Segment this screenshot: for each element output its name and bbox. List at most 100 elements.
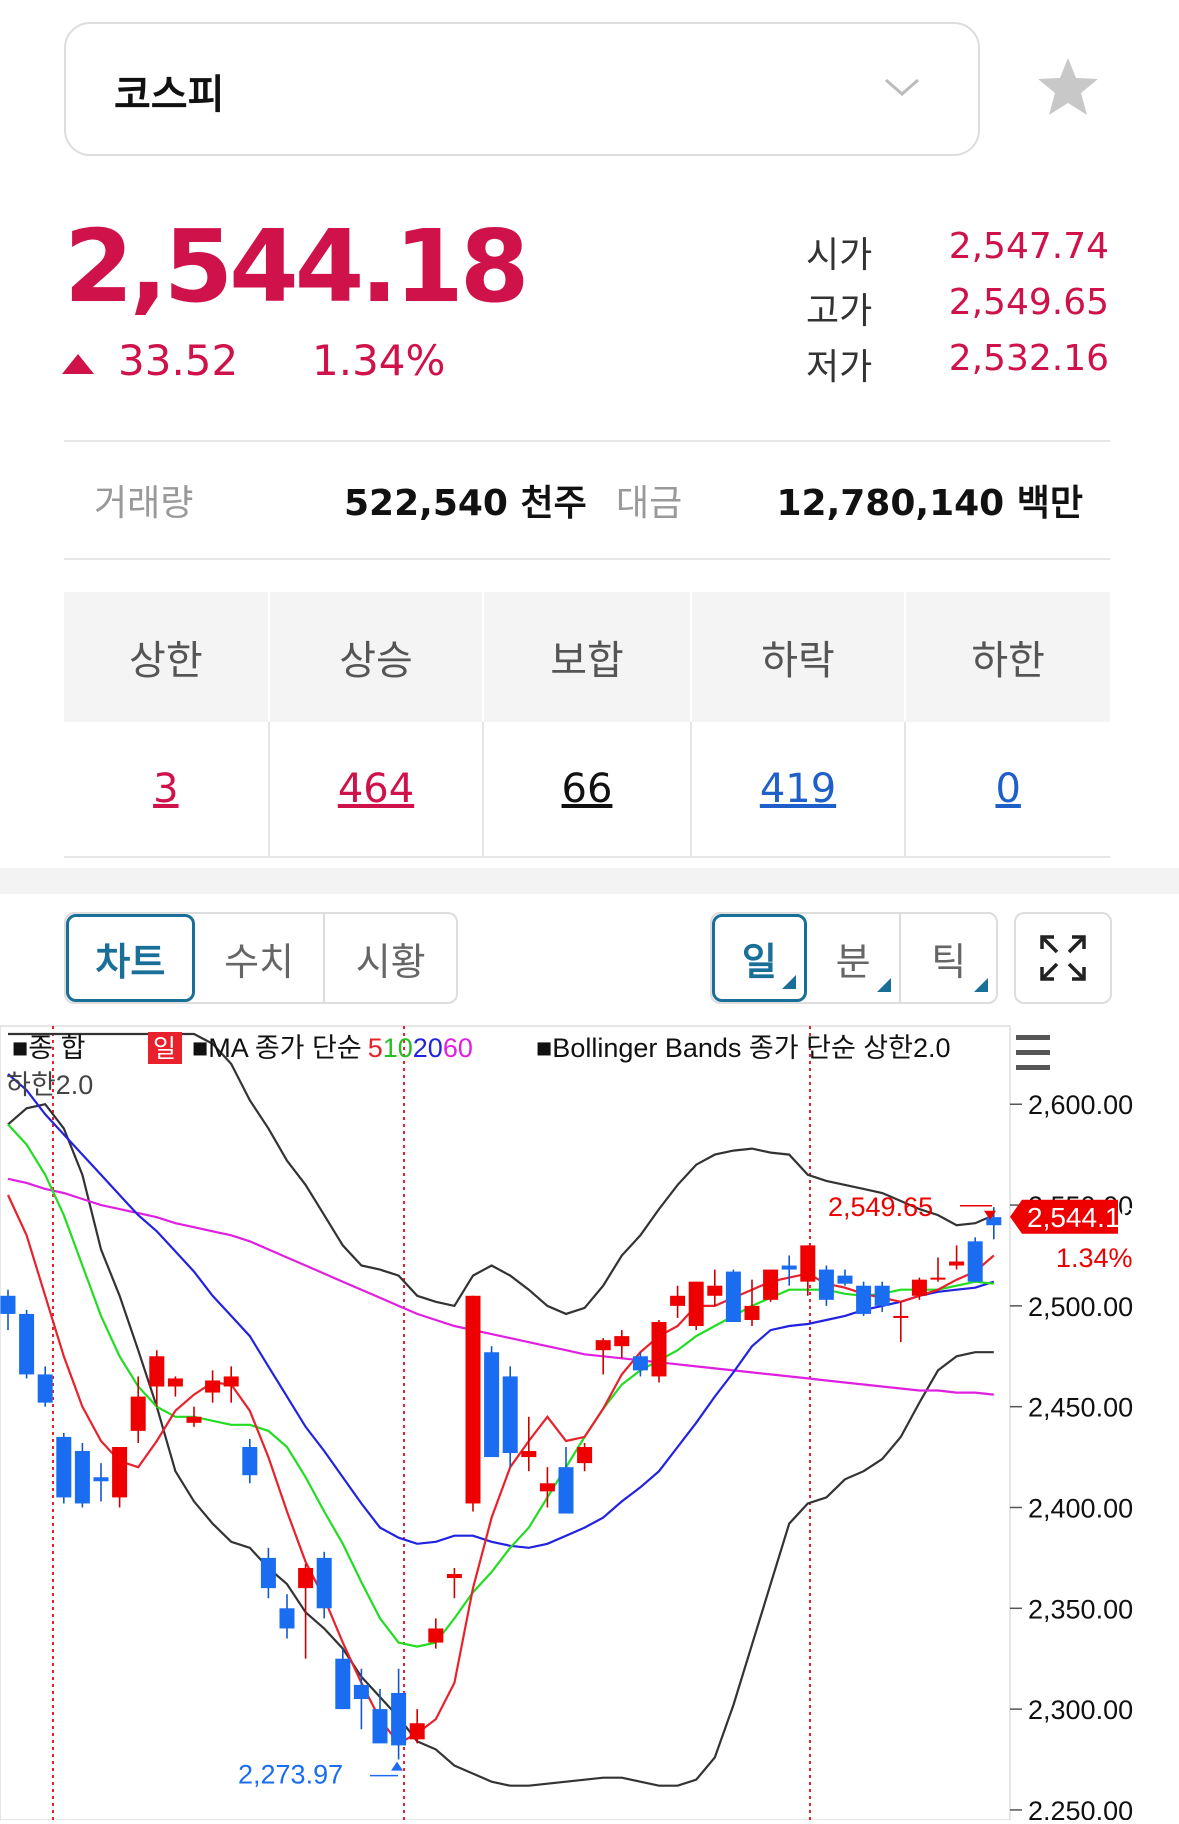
candle-body xyxy=(502,1376,518,1454)
legend-bollinger-label: ■Bollinger Bands 종가 단순 상한2.0 xyxy=(536,1033,951,1063)
candle-body xyxy=(223,1376,239,1387)
candle-body xyxy=(19,1313,35,1375)
chart-view-tabs: 차트 수치 시황 xyxy=(64,912,458,1004)
high-label: 고가 xyxy=(806,291,873,332)
divider xyxy=(64,440,1110,442)
candle-body xyxy=(632,1356,648,1371)
candle-body xyxy=(688,1281,704,1327)
open-value: 2,547.74 xyxy=(948,226,1109,267)
candle-body xyxy=(353,1684,369,1700)
breadth-cell-fall: 419 xyxy=(690,722,907,858)
index-name: 코스피 xyxy=(114,72,225,118)
period-tab-day-label: 일 xyxy=(741,939,777,984)
favorite-star-icon[interactable] xyxy=(1036,56,1100,122)
candle-body xyxy=(577,1447,593,1464)
candle-body xyxy=(93,1477,109,1482)
candle-body xyxy=(800,1245,816,1282)
tab-chart[interactable]: 차트 xyxy=(66,914,195,1002)
chevron-down-icon xyxy=(882,76,922,104)
breadth-link-fall[interactable]: 419 xyxy=(760,766,836,812)
candle-body xyxy=(856,1285,872,1314)
tab-figures[interactable]: 수치 xyxy=(195,914,326,1002)
candle-body xyxy=(670,1295,686,1306)
candle-body xyxy=(372,1709,388,1744)
legend-ma20: 20 xyxy=(413,1033,443,1063)
candle-body xyxy=(260,1557,276,1589)
expand-button[interactable] xyxy=(1014,912,1112,1004)
candle-body xyxy=(781,1265,797,1270)
low-value: 2,532.16 xyxy=(948,338,1109,379)
candle-body xyxy=(744,1305,760,1320)
y-axis-tick-label: 2,600.00 xyxy=(1028,1090,1133,1120)
y-axis-tick-label: 2,300.00 xyxy=(1028,1695,1133,1725)
candle-body xyxy=(0,1295,16,1314)
candle-body xyxy=(818,1269,834,1300)
candle-body xyxy=(465,1295,481,1504)
candle-body xyxy=(446,1574,462,1579)
y-axis-tick-label: 2,350.00 xyxy=(1028,1594,1133,1624)
candle-body xyxy=(986,1217,1002,1226)
candle-body xyxy=(316,1557,332,1609)
divider xyxy=(64,558,1110,560)
candle-body xyxy=(37,1374,53,1403)
candle-body xyxy=(893,1315,909,1318)
breadth-link-rise[interactable]: 464 xyxy=(338,766,414,812)
candle-body xyxy=(74,1451,90,1504)
volume-value: 522,540 천주 xyxy=(344,483,587,524)
volume-label: 거래량 xyxy=(94,483,194,524)
high-value: 2,549.65 xyxy=(948,282,1109,323)
breadth-link-lower-limit[interactable]: 0 xyxy=(995,766,1020,812)
candle-body xyxy=(707,1285,723,1296)
chart-canvas[interactable]: 2,600.002,550.002,500.002,450.002,400.00… xyxy=(0,1024,1179,1824)
breadth-cell-rise: 464 xyxy=(268,722,485,858)
high-price-label: 2,549.65 xyxy=(828,1192,933,1222)
last-pct-label: 1.34% xyxy=(1056,1243,1133,1273)
legend-period-label: 일 xyxy=(153,1035,176,1063)
y-axis-tick-label: 2,500.00 xyxy=(1028,1292,1133,1322)
y-axis-tick-label: 2,400.00 xyxy=(1028,1493,1133,1523)
price-change-pct: 1.34% xyxy=(312,336,446,385)
y-axis-tick-label: 2,250.00 xyxy=(1028,1796,1133,1820)
low-price-label: 2,273.97 xyxy=(238,1760,343,1790)
candle-body xyxy=(186,1416,202,1423)
last-price-label: 2,544.18 xyxy=(1027,1202,1136,1233)
candle-body xyxy=(279,1608,295,1629)
period-tab-day[interactable]: 일 xyxy=(712,914,807,1002)
candle-body xyxy=(930,1277,946,1280)
legend-ma-label: ■MA 종가 단순 5102060 xyxy=(192,1033,473,1063)
legend-ma5: 5 xyxy=(368,1033,383,1063)
legend-ma-text: ■MA 종가 단순 xyxy=(192,1033,362,1063)
breadth-cell-flat: 66 xyxy=(483,722,692,858)
low-label: 저가 xyxy=(806,347,873,388)
candle-body xyxy=(56,1436,72,1498)
breadth-cell-upper-limit: 3 xyxy=(64,722,270,858)
period-tab-tick-label: 틱 xyxy=(931,939,967,984)
candle-body xyxy=(428,1628,444,1643)
price-change: 33.52 xyxy=(118,336,239,385)
breadth-header-rise: 상승 xyxy=(268,592,485,722)
breadth-header-lower-limit: 하한 xyxy=(905,592,1110,722)
candle-body xyxy=(298,1567,314,1589)
period-tab-minute[interactable]: 분 xyxy=(807,914,902,1002)
candle-body xyxy=(112,1447,128,1498)
y-axis-tick-label: 2,450.00 xyxy=(1028,1393,1133,1423)
period-tab-tick[interactable]: 틱 xyxy=(901,914,996,1002)
candle-body xyxy=(763,1269,779,1300)
price-chart[interactable]: 2,600.002,550.002,500.002,450.002,400.00… xyxy=(0,1024,1179,1824)
index-selector[interactable]: 코스피 xyxy=(64,22,980,156)
candle-body xyxy=(595,1340,611,1351)
candle-body xyxy=(539,1483,555,1492)
tab-market-report[interactable]: 시황 xyxy=(325,914,456,1002)
breadth-header-upper-limit: 상한 xyxy=(64,592,270,722)
legend-bollinger-lower: 하한2.0 xyxy=(6,1070,93,1100)
breadth-link-upper-limit[interactable]: 3 xyxy=(153,766,178,812)
candle-body xyxy=(725,1271,741,1322)
open-label: 시가 xyxy=(806,235,873,276)
breadth-link-flat[interactable]: 66 xyxy=(562,766,613,812)
breadth-cell-lower-limit: 0 xyxy=(905,722,1110,858)
chart-menu-icon[interactable] xyxy=(1016,1035,1050,1070)
candle-body xyxy=(391,1692,407,1746)
candle-body xyxy=(874,1285,890,1306)
candle-body xyxy=(409,1723,425,1740)
candle-body xyxy=(521,1451,537,1458)
